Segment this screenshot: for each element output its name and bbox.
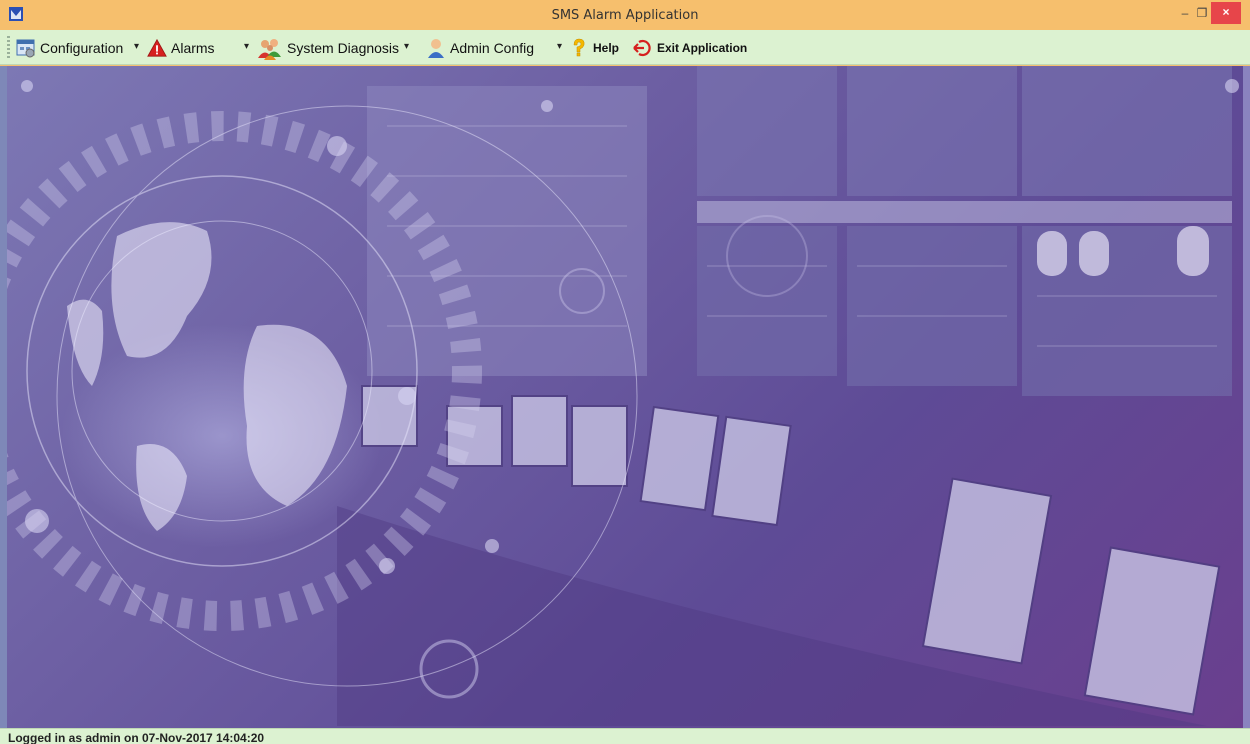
maximize-button[interactable]: ❐ [1194, 4, 1210, 23]
menu-configuration[interactable]: Configuration [16, 36, 123, 60]
calendar-window-icon [16, 38, 36, 58]
menu-alarms-label: Alarms [171, 40, 215, 56]
menu-system-diagnosis[interactable]: System Diagnosis [257, 36, 399, 60]
menu-admin-config[interactable]: Admin Config [426, 36, 534, 60]
background-banner [7, 66, 1243, 728]
title-bar: SMS Alarm Application – ❐ × [0, 0, 1250, 30]
window-right-border [1243, 66, 1250, 728]
menu-system-diagnosis-label: System Diagnosis [287, 40, 400, 56]
menu-admin-config-label: Admin Config [450, 40, 535, 56]
exit-circle-arrow-icon [633, 38, 653, 58]
control-room-illustration [7, 66, 1239, 726]
minimize-button[interactable]: – [1177, 4, 1193, 23]
menu-alarms[interactable]: Alarms [147, 36, 215, 60]
menu-help[interactable]: Help [569, 36, 619, 60]
admin-config-dropdown-icon[interactable]: ▾ [557, 41, 562, 52]
status-bar: Logged in as admin on 07-Nov-2017 14:04:… [0, 728, 1250, 744]
users-group-icon [257, 38, 283, 60]
status-login-text: Logged in as admin on 07-Nov-2017 14:04:… [8, 731, 265, 744]
window-title: SMS Alarm Application [551, 8, 699, 23]
close-button[interactable]: × [1211, 2, 1241, 24]
window-left-border [0, 66, 7, 728]
menu-configuration-label: Configuration [40, 40, 124, 56]
configuration-dropdown-icon[interactable]: ▾ [134, 41, 139, 52]
alarms-dropdown-icon[interactable]: ▾ [244, 41, 249, 52]
warning-triangle-icon [147, 38, 167, 58]
admin-user-icon [426, 38, 446, 58]
menu-help-label: Help [593, 41, 620, 55]
menu-exit-application[interactable]: Exit Application [633, 36, 747, 60]
question-mark-icon [569, 38, 589, 58]
toolbar-grip[interactable] [7, 36, 10, 60]
menu-bar: Configuration ▾ Alarms ▾ System Diagnosi… [0, 30, 1250, 65]
menu-exit-application-label: Exit Application [657, 41, 748, 55]
system-diagnosis-dropdown-icon[interactable]: ▾ [404, 41, 409, 52]
